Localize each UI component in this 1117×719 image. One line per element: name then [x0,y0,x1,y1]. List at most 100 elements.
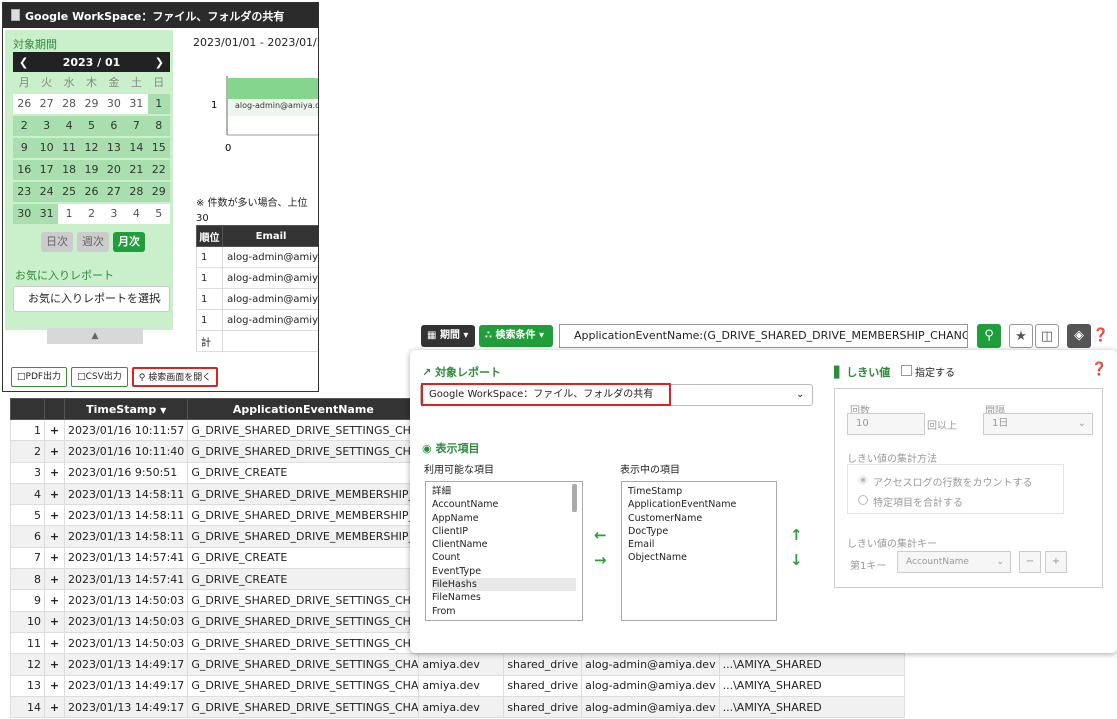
calendar-day[interactable]: 31 [125,94,148,114]
list-item[interactable]: 詳細 [432,485,576,498]
add-key-button[interactable]: + [1045,551,1067,573]
expand-row-icon[interactable]: + [44,461,65,484]
remove-key-button[interactable]: − [1019,551,1041,573]
query-input[interactable]: ApplicationEventName:(G_DRIVE_SHARED_DRI… [559,324,968,348]
calendar-day[interactable]: 30 [13,204,36,224]
list-item[interactable]: From [432,605,576,618]
calendar-day[interactable]: 12 [80,138,103,158]
calendar-day[interactable]: 24 [35,182,58,202]
calendar-day[interactable]: 29 [147,182,170,202]
calendar-day[interactable]: 26 [13,94,36,114]
calendar-day[interactable]: 23 [13,182,36,202]
expand-row-icon[interactable]: + [44,653,65,676]
agg-radio-sum[interactable] [858,495,868,505]
list-item[interactable]: ApplicationEventName [628,498,770,511]
list-item[interactable]: ClientIP [432,525,576,538]
expand-row-icon[interactable]: + [44,546,65,570]
period-dropdown[interactable]: ▦ 期間 ▾ [421,325,475,347]
table-row[interactable]: 14 +2023/01/13 14:49:17 G_DRIVE_SHARED_DRI… [10,695,905,719]
expand-row-icon[interactable]: + [44,504,65,527]
calendar-day[interactable]: 15 [147,138,170,158]
calendar-day[interactable]: 28 [125,182,148,202]
calendar-day[interactable]: 5 [80,116,103,136]
list-item[interactable]: ClientName [432,538,576,551]
move-down-arrow-icon[interactable]: ↓ [790,551,803,569]
calendar-day[interactable]: 28 [57,94,81,114]
daily-button[interactable]: 日次 [41,232,73,252]
calendar-day[interactable]: 9 [13,138,36,158]
calendar-day[interactable]: 21 [125,160,148,180]
list-item[interactable]: AppName [432,512,576,525]
calendar-day[interactable]: 2 [80,204,103,224]
timestamp-header[interactable]: TimeStamp ▼ [63,398,189,420]
expand-row-icon[interactable]: + [44,418,65,442]
favorite-add-button[interactable]: ★ [1009,324,1033,348]
calendar-day[interactable]: 16 [13,160,36,180]
next-month-icon[interactable]: ❯ [155,56,164,69]
help-button[interactable]: ❓ [1091,324,1111,348]
list-item[interactable]: TimeStamp [628,485,770,498]
calendar-day[interactable]: 29 [80,94,103,114]
csv-export-button[interactable]: □CSV出力 [71,367,128,387]
calendar-day[interactable]: 13 [102,138,126,158]
calendar-day[interactable]: 7 [125,116,148,136]
list-scrollbar[interactable] [572,484,577,512]
favorites-select[interactable]: お気に入りレポートを選択 ⌄ [13,286,170,312]
calendar-day[interactable]: 17 [35,160,58,180]
calendar-day[interactable]: 11 [57,138,81,158]
list-item[interactable]: CustomerName [628,512,770,525]
sort-desc-icon[interactable]: ▼ [160,406,166,415]
calendar-day[interactable]: 26 [80,182,103,202]
expand-row-icon[interactable]: + [44,568,65,591]
shown-items-list[interactable]: TimeStamp ApplicationEventName CustomerNam… [621,481,777,621]
open-search-button[interactable]: ⚲ 検索画面を開く [131,367,219,387]
conditions-dropdown[interactable]: ∴ 検索条件 ▾ [479,325,553,347]
search-button[interactable]: ⚲ [977,324,1001,348]
list-item[interactable]: AccountName [432,498,576,511]
calendar-day[interactable]: 4 [57,116,81,136]
list-item[interactable]: Count [432,551,576,564]
calendar-day[interactable]: 27 [102,182,126,202]
calendar-day[interactable]: 27 [35,94,58,114]
expand-row-icon[interactable]: + [44,589,65,612]
pdf-export-button[interactable]: □PDF出力 [11,367,68,387]
calendar-day[interactable]: 6 [102,116,126,136]
weekly-button[interactable]: 週次 [77,232,109,252]
expand-row-icon[interactable]: + [44,631,65,655]
agg-radio-count[interactable] [858,475,868,485]
calendar-day[interactable]: 31 [35,204,58,224]
table-row[interactable]: 13 +2023/01/13 14:49:17 G_DRIVE_SHARED_DRI… [10,674,905,697]
table-row[interactable]: 12 +2023/01/13 14:49:17 G_DRIVE_SHARED_DRI… [10,653,905,676]
expand-row-icon[interactable]: + [44,674,65,697]
list-item[interactable]: EventType [432,565,576,578]
list-item[interactable]: DocType [628,525,770,538]
count-input[interactable]: 10 [847,413,925,435]
event-header[interactable]: ApplicationEventName [187,398,420,420]
chart-bar[interactable] [228,78,319,99]
help-icon[interactable]: ❓ [1091,362,1107,377]
calendar-day[interactable]: 18 [57,160,81,180]
expand-row-icon[interactable]: + [44,525,65,548]
monthly-button[interactable]: 月次 [113,232,145,252]
list-item[interactable]: ObjectName [628,551,770,564]
expand-row-icon[interactable]: + [44,440,65,463]
calendar-day[interactable]: 20 [102,160,126,180]
expand-row-icon[interactable]: + [44,610,65,633]
calendar-day[interactable]: 14 [125,138,148,158]
list-item[interactable]: Email [628,538,770,551]
calendar-day[interactable]: 22 [147,160,170,180]
calendar-day[interactable]: 25 [57,182,81,202]
expand-row-icon[interactable]: + [44,695,65,719]
calendar-day[interactable]: 4 [125,204,148,224]
calendar-day[interactable]: 30 [102,94,126,114]
calendar-day[interactable]: 5 [147,204,170,224]
move-left-arrow-icon[interactable]: ← [594,526,607,544]
available-items-list[interactable]: 詳細 AccountName AppName ClientIP ClientName Co… [425,481,583,621]
list-item[interactable]: FileNames [432,591,576,604]
list-item[interactable]: FileHashs [432,578,576,592]
calendar-day[interactable]: 3 [35,116,58,136]
collapse-button[interactable]: ▲ [47,328,143,344]
calendar-day[interactable]: 8 [147,116,170,136]
save-report-button[interactable]: ◫ [1035,324,1059,348]
clear-button[interactable]: ◈ [1067,324,1091,348]
